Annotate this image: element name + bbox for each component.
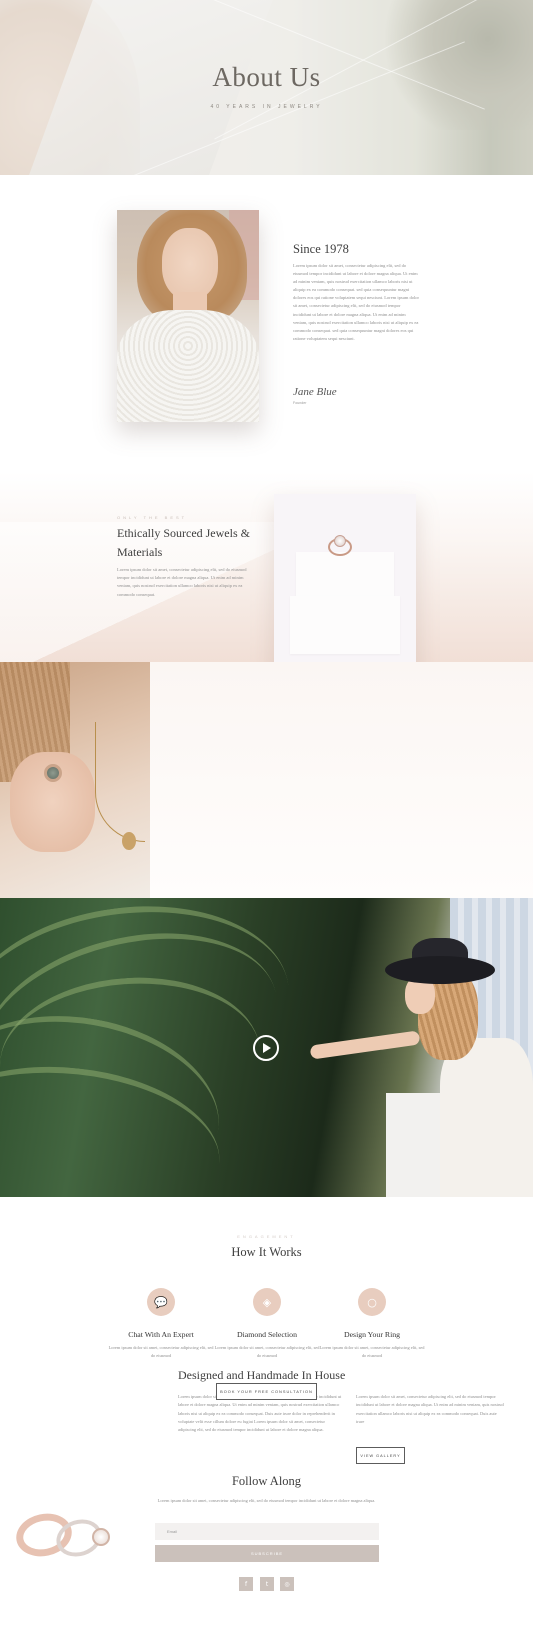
- ethical-title: Ethically Sourced Jewels & Materials: [117, 526, 250, 559]
- step-title: Chat With An Expert: [128, 1330, 194, 1339]
- designed-col2: Lorem ipsum dolor sit amet, consectetur …: [356, 1394, 504, 1424]
- step-body: Lorem ipsum dolor sit amet, consectetur …: [108, 1345, 214, 1358]
- ethical-section: ONLY THE BEST Ethically Sourced Jewels &…: [0, 472, 533, 662]
- diamond-icon: ◈: [253, 1288, 281, 1316]
- play-icon[interactable]: [253, 1035, 279, 1061]
- about-title: Since 1978: [293, 242, 349, 256]
- designed-title: Designed and Handmade In House: [178, 1368, 346, 1382]
- rings-image: [12, 1508, 112, 1563]
- step-ring: ○ Design Your Ring Lorem ipsum dolor sit…: [317, 1288, 427, 1360]
- step-chat: 💬 Chat With An Expert Lorem ipsum dolor …: [106, 1288, 216, 1360]
- page-subtitle: 40 YEARS IN JEWELRY: [210, 104, 323, 110]
- ethical-kicker: ONLY THE BEST: [117, 515, 188, 520]
- book-consultation-button[interactable]: BOOK YOUR FREE CONSULTATION: [216, 1383, 317, 1400]
- hand-ring-image: [0, 662, 150, 898]
- chat-icon: 💬: [147, 1288, 175, 1316]
- about-body: Lorem ipsum dolor sit amet, consectetur …: [293, 263, 419, 341]
- step-body: Lorem ipsum dolor sit amet, consectetur …: [214, 1345, 320, 1358]
- follow-title: Follow Along: [231, 1474, 302, 1488]
- how-kicker: ENGAGEMENT: [237, 1234, 296, 1239]
- instagram-icon[interactable]: ◎: [280, 1577, 294, 1591]
- step-title: Design Your Ring: [343, 1330, 401, 1339]
- step-body: Lorem ipsum dolor sit amet, consectetur …: [319, 1345, 425, 1358]
- how-title: How It Works: [231, 1245, 302, 1259]
- founder-signature: Jane Blue: [293, 386, 337, 398]
- ring-icon: ○: [358, 1288, 386, 1316]
- view-gallery-button[interactable]: VIEW GALLERY: [356, 1447, 405, 1464]
- founder-role: Founder: [293, 401, 307, 405]
- page-title: About Us: [212, 62, 321, 92]
- hero-banner: About Us 40 YEARS IN JEWELRY: [0, 0, 533, 175]
- hat-image: [385, 956, 495, 984]
- facebook-icon[interactable]: f: [239, 1577, 253, 1591]
- subscribe-button[interactable]: SUBSCRIBE: [155, 1545, 379, 1562]
- twitter-icon[interactable]: t: [260, 1577, 274, 1591]
- ethical-body: Lorem ipsum dolor sit amet, consectetur …: [117, 567, 247, 597]
- email-field[interactable]: Email: [155, 1523, 379, 1540]
- founder-portrait: [117, 210, 259, 422]
- ring-product-image: [274, 494, 416, 676]
- step-diamond: ◈ Diamond Selection Lorem ipsum dolor si…: [212, 1288, 322, 1360]
- follow-body: Lorem ipsum dolor sit amet, consectetur …: [157, 1498, 376, 1503]
- step-title: Diamond Selection: [237, 1330, 297, 1339]
